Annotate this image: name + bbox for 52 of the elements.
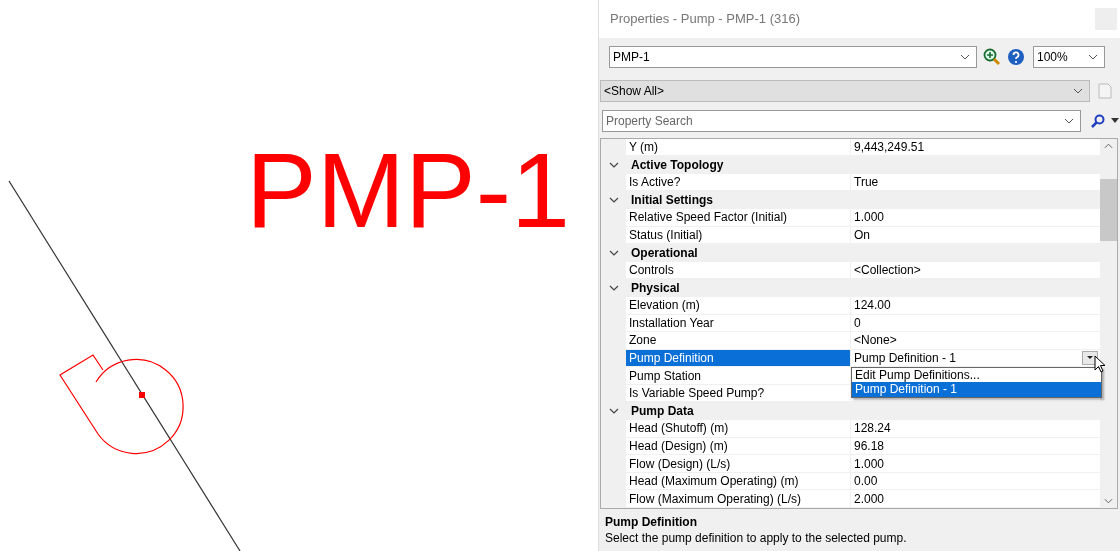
scrollbar[interactable] — [1100, 138, 1117, 508]
category-label: Active Topology — [631, 157, 724, 172]
filter-combo[interactable]: <Show All> — [600, 79, 1090, 102]
collapse-icon[interactable] — [609, 285, 619, 292]
scroll-up-icon[interactable] — [1104, 142, 1113, 149]
property-value[interactable]: 1.000 — [854, 210, 885, 225]
collapse-icon[interactable] — [609, 408, 619, 415]
zoom-combo[interactable]: 100% — [1033, 45, 1105, 68]
pump-label: PMP-1 — [246, 137, 570, 243]
property-value[interactable]: 0.00 — [854, 474, 878, 489]
dropdown-option[interactable]: Pump Definition - 1 — [852, 382, 1101, 397]
chevron-icon[interactable] — [1088, 53, 1098, 60]
caret-icon[interactable] — [1087, 356, 1093, 360]
property-value[interactable]: <None> — [854, 333, 897, 348]
chevron-icon[interactable] — [1064, 117, 1074, 124]
collapse-icon[interactable] — [609, 249, 619, 256]
scroll-down-icon[interactable] — [1104, 498, 1113, 504]
pump-symbol[interactable] — [59, 354, 184, 455]
help-icon[interactable] — [1007, 47, 1025, 66]
category-label: Pump Data — [631, 404, 694, 419]
property-value[interactable]: 128.24 — [854, 421, 891, 436]
property-value[interactable]: True — [854, 175, 879, 190]
property-value[interactable]: On — [854, 227, 870, 242]
property-name[interactable]: Flow (Maximum Operating) (L/s) — [626, 490, 851, 508]
chevron-icon[interactable] — [1073, 87, 1083, 94]
property-value[interactable]: 1.000 — [854, 456, 885, 471]
dropdown-option[interactable]: Edit Pump Definitions... — [852, 367, 1101, 383]
property-value[interactable]: 2.000 — [854, 491, 885, 506]
search-icon[interactable] — [1091, 113, 1105, 128]
panel-title: Properties - Pump - PMP-1 (316) — [610, 11, 800, 27]
property-name[interactable]: Head (Shutoff) (m) — [626, 420, 851, 437]
category-label: Initial Settings — [631, 193, 713, 208]
search-combo[interactable]: Property Search — [602, 109, 1081, 132]
help-title: Pump Definition — [605, 515, 698, 529]
search-field[interactable]: Property Search — [606, 113, 1046, 128]
property-value[interactable]: 96.18 — [854, 438, 885, 453]
zoom-icon[interactable] — [983, 47, 1001, 66]
scrollbar-thumb[interactable] — [1100, 178, 1117, 241]
chevron-icon[interactable] — [960, 53, 970, 60]
category-label: Physical — [631, 281, 680, 296]
collapse-icon[interactable] — [609, 197, 619, 204]
help-text: Select the pump definition to apply to the selected pump. — [605, 531, 908, 545]
property-name[interactable]: Flow (Design) (L/s) — [626, 455, 851, 472]
property-name[interactable]: Y (m) — [626, 138, 851, 156]
property-name[interactable]: Pump Station — [626, 367, 851, 384]
property-name[interactable]: Zone — [626, 332, 851, 349]
property-value[interactable]: 124.00 — [854, 298, 891, 313]
collapse-icon[interactable] — [609, 161, 619, 168]
element-combo[interactable]: PMP-1 — [609, 45, 977, 68]
property-value[interactable]: 0 — [854, 315, 861, 330]
caret-icon[interactable] — [1111, 118, 1119, 124]
category-label: Operational — [631, 245, 698, 260]
